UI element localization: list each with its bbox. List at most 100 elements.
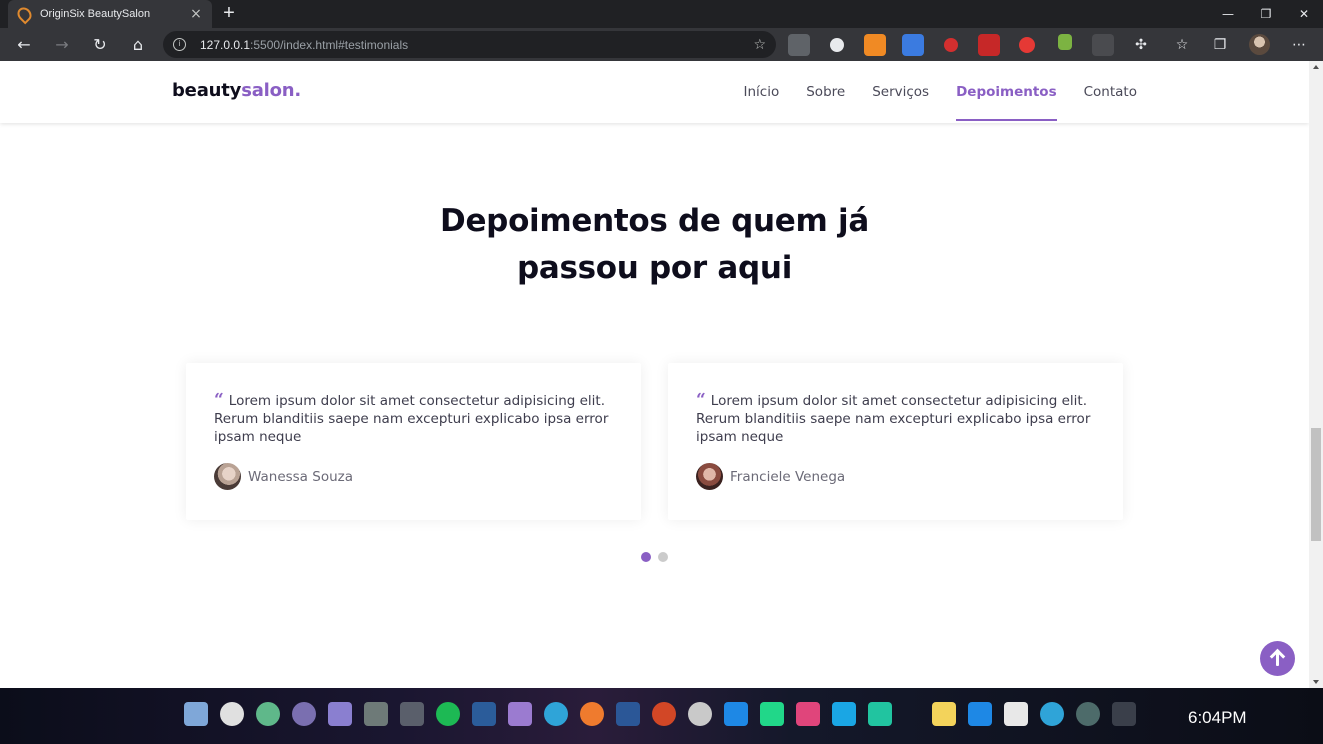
site-header: beautysalon. Início Sobre Serviços Depoi… bbox=[0, 61, 1309, 123]
nav-link-depoimentos[interactable]: Depoimentos bbox=[956, 61, 1057, 123]
powerpoint-icon[interactable] bbox=[652, 702, 676, 726]
pagination-dot-active[interactable] bbox=[641, 552, 651, 562]
site-info-icon[interactable]: i bbox=[173, 38, 186, 51]
quote-mark-icon: “ bbox=[214, 390, 224, 410]
premiere-icon[interactable] bbox=[508, 702, 532, 726]
collections-icon[interactable]: ❐ bbox=[1209, 34, 1231, 56]
extension-icon[interactable] bbox=[830, 38, 844, 52]
taskbar-apps bbox=[184, 702, 1148, 726]
scroll-thumb[interactable] bbox=[1311, 428, 1321, 541]
network-icon[interactable] bbox=[1112, 702, 1136, 726]
search-icon[interactable] bbox=[688, 702, 712, 726]
back-arrow-icon[interactable]: ← bbox=[13, 34, 35, 56]
minimize-button[interactable]: — bbox=[1209, 0, 1247, 28]
monitor-icon[interactable] bbox=[364, 702, 388, 726]
site-favicon-icon bbox=[16, 7, 30, 21]
back-to-top-button[interactable] bbox=[1260, 641, 1295, 676]
nav-link-contato[interactable]: Contato bbox=[1084, 61, 1137, 123]
home-icon[interactable]: ⌂ bbox=[127, 34, 149, 56]
browser-tab-bar: OriginSix BeautySalon × + — ❐ ✕ bbox=[0, 0, 1323, 28]
sticky-notes-icon[interactable] bbox=[932, 702, 956, 726]
app-icon[interactable] bbox=[1076, 702, 1100, 726]
extension-icon[interactable] bbox=[864, 34, 886, 56]
site-logo[interactable]: beautysalon. bbox=[172, 80, 301, 101]
app-icon[interactable] bbox=[256, 702, 280, 726]
close-window-button[interactable]: ✕ bbox=[1285, 0, 1323, 28]
testimonial-text: Lorem ipsum dolor sit amet consectetur a… bbox=[696, 393, 1091, 445]
extension-icon[interactable] bbox=[902, 34, 924, 56]
os-taskbar: 6:04PM bbox=[0, 688, 1323, 744]
window-controls: — ❐ ✕ bbox=[1209, 0, 1323, 28]
clion-icon[interactable] bbox=[868, 702, 892, 726]
favorite-star-icon[interactable]: ☆ bbox=[753, 37, 766, 53]
page-scrollbar[interactable] bbox=[1309, 61, 1323, 688]
close-tab-icon[interactable]: × bbox=[188, 6, 204, 22]
app-icon[interactable] bbox=[292, 702, 316, 726]
logo-main: beauty bbox=[172, 80, 242, 101]
avatar bbox=[214, 463, 241, 490]
main-nav: Início Sobre Serviços Depoimentos Contat… bbox=[717, 61, 1137, 123]
tab-title: OriginSix BeautySalon bbox=[40, 8, 151, 20]
trash-icon[interactable] bbox=[400, 702, 424, 726]
url-host: 127.0.0.1 bbox=[200, 37, 251, 52]
testimonial-card: “Lorem ipsum dolor sit amet consectetur … bbox=[668, 363, 1123, 520]
extension-icon[interactable] bbox=[1019, 37, 1035, 53]
address-bar[interactable]: i 127.0.0.1:5500/index.html#testimonials… bbox=[163, 31, 776, 58]
extension-icon[interactable] bbox=[1092, 34, 1114, 56]
favorites-icon[interactable]: ☆ bbox=[1171, 34, 1193, 56]
testimonial-author: Wanessa Souza bbox=[214, 463, 353, 490]
avatar bbox=[696, 463, 723, 490]
extensions-row bbox=[788, 34, 1130, 56]
extensions-puzzle-icon[interactable]: ✣ bbox=[1130, 34, 1152, 56]
nav-link-sobre[interactable]: Sobre bbox=[806, 61, 845, 123]
spotify-icon[interactable] bbox=[436, 702, 460, 726]
title-line-1: Depoimentos de quem já bbox=[440, 203, 869, 239]
quote-mark-icon: “ bbox=[696, 390, 706, 410]
word-icon[interactable] bbox=[616, 702, 640, 726]
testimonial-card: “Lorem ipsum dolor sit amet consectetur … bbox=[186, 363, 641, 520]
webstorm-icon[interactable] bbox=[832, 702, 856, 726]
testimonials-title: Depoimentos de quem já passou por aqui bbox=[0, 198, 1309, 292]
edge-icon[interactable] bbox=[544, 702, 568, 726]
scroll-down-arrow-icon[interactable] bbox=[1313, 680, 1319, 684]
nav-link-inicio[interactable]: Início bbox=[744, 61, 780, 123]
vscode-icon[interactable] bbox=[724, 702, 748, 726]
title-line-2: passou por aqui bbox=[516, 250, 793, 286]
url-path: :5500/index.html#testimonials bbox=[250, 37, 409, 52]
pycharm-icon[interactable] bbox=[760, 702, 784, 726]
carousel-pagination bbox=[641, 552, 675, 562]
browser-tab[interactable]: OriginSix BeautySalon × bbox=[8, 0, 212, 28]
windows-start-icon[interactable] bbox=[184, 702, 208, 726]
author-name: Wanessa Souza bbox=[248, 468, 353, 485]
intellij-icon[interactable] bbox=[796, 702, 820, 726]
vscode-icon[interactable] bbox=[968, 702, 992, 726]
logo-accent: salon. bbox=[241, 80, 302, 101]
edge-icon[interactable] bbox=[1040, 702, 1064, 726]
extension-icon[interactable] bbox=[788, 34, 810, 56]
photoshop-icon[interactable] bbox=[472, 702, 496, 726]
maximize-button[interactable]: ❐ bbox=[1247, 0, 1285, 28]
testimonial-quote: “Lorem ipsum dolor sit amet consectetur … bbox=[696, 391, 1095, 446]
taskbar-clock[interactable]: 6:04PM bbox=[1188, 708, 1247, 728]
app-icon[interactable] bbox=[1004, 702, 1028, 726]
nav-link-servicos[interactable]: Serviços bbox=[872, 61, 929, 123]
power-icon[interactable] bbox=[220, 702, 244, 726]
page-viewport: beautysalon. Início Sobre Serviços Depoi… bbox=[0, 61, 1309, 688]
forward-arrow-icon[interactable]: → bbox=[51, 34, 73, 56]
firefox-icon[interactable] bbox=[580, 702, 604, 726]
pagination-dot[interactable] bbox=[658, 552, 668, 562]
author-name: Franciele Venega bbox=[730, 468, 846, 485]
scroll-up-arrow-icon[interactable] bbox=[1313, 65, 1319, 69]
testimonial-quote: “Lorem ipsum dolor sit amet consectetur … bbox=[214, 391, 613, 446]
reload-icon[interactable]: ↻ bbox=[89, 34, 111, 56]
extension-icon[interactable] bbox=[944, 38, 958, 52]
testimonial-author: Franciele Venega bbox=[696, 463, 845, 490]
browser-toolbar: ← → ↻ ⌂ i 127.0.0.1:5500/index.html#test… bbox=[0, 28, 1323, 61]
app-icon[interactable] bbox=[328, 702, 352, 726]
extension-icon[interactable] bbox=[978, 34, 1000, 56]
testimonial-text: Lorem ipsum dolor sit amet consectetur a… bbox=[214, 393, 609, 445]
profile-avatar[interactable] bbox=[1249, 34, 1270, 55]
more-menu-icon[interactable]: ⋯ bbox=[1288, 34, 1310, 56]
extension-icon[interactable] bbox=[1058, 34, 1072, 50]
new-tab-button[interactable]: + bbox=[218, 2, 240, 24]
